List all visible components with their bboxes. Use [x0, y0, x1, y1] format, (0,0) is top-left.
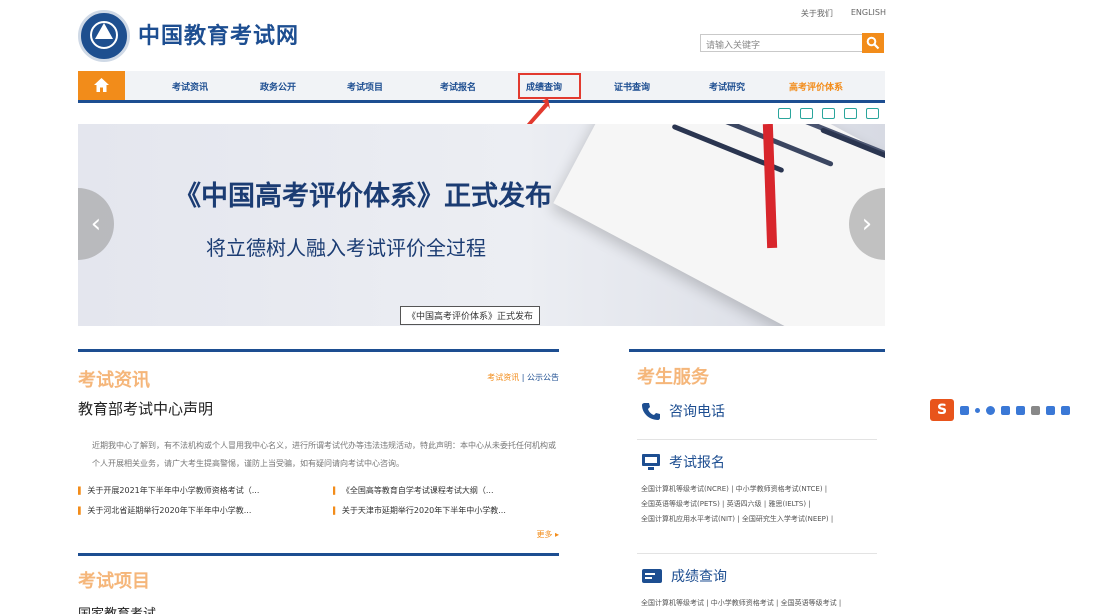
chevron-right-icon: ›: [861, 209, 873, 239]
tab-announcements[interactable]: 公示公告: [527, 373, 559, 382]
news-section: 考试资讯 考试资讯 | 公示公告 教育部考试中心声明 近期我中心了解到，有不法机…: [78, 349, 559, 614]
link-row[interactable]: 全国英语等级考试(PETS) | 英语四六级 | 雅思(IELTS) |: [641, 497, 833, 512]
keyboard-icon[interactable]: [1016, 405, 1025, 415]
search-icon: [866, 36, 880, 50]
tab-exam-news[interactable]: 考试资讯: [487, 373, 519, 382]
english-link[interactable]: ENGLISH: [851, 8, 886, 19]
section-divider: [629, 349, 885, 352]
skin-icon[interactable]: [1046, 405, 1055, 415]
site-name[interactable]: 中国教育考试网: [138, 18, 299, 50]
main-nav: 考试资讯 政务公开 考试项目 考试报名 成绩查询 证书查询 考试研究 高考评价体…: [78, 71, 885, 103]
chevron-left-icon: ‹: [90, 209, 102, 239]
banner-subtitle: 将立德树人融入考试评价全过程: [206, 236, 486, 260]
microphone-icon[interactable]: [1001, 405, 1010, 415]
service-phone[interactable]: 咨询电话: [641, 401, 725, 421]
home-button[interactable]: [78, 71, 125, 100]
projects-first-item[interactable]: 国家教育考试: [78, 603, 156, 614]
phone-icon: [642, 403, 660, 420]
nav-item-exam-research[interactable]: 考试研究: [709, 80, 745, 93]
nav-item-exam-projects[interactable]: 考试项目: [347, 80, 383, 93]
news-section-title: 考试资讯: [78, 370, 150, 391]
divider: [637, 553, 877, 554]
user-icon[interactable]: [1031, 405, 1040, 415]
link-row[interactable]: 全国计算机等级考试 | 中小学教师资格考试 | 全国英语等级考试 |: [641, 596, 841, 611]
punctuation-icon[interactable]: [975, 407, 980, 413]
search-input[interactable]: 请输入关键字: [700, 34, 863, 52]
nav-item-certificate-query[interactable]: 证书查询: [614, 80, 650, 93]
projects-section-title: 考试项目: [78, 571, 150, 592]
site-logo[interactable]: [78, 10, 130, 62]
more-link[interactable]: 更多 ▸: [536, 529, 559, 540]
mobile-icon[interactable]: [778, 108, 791, 119]
service-section-title: 考生服务: [637, 367, 709, 388]
link-row[interactable]: 全国计算机等级考试(NCRE) | 中小学教师资格考试(NTCE) |: [641, 482, 833, 497]
share-icon[interactable]: [800, 108, 813, 119]
carousel-prev-button[interactable]: ‹: [78, 188, 114, 260]
list-item[interactable]: 关于河北省延期举行2020年下半年中小学教...: [78, 505, 305, 516]
score-links: 全国计算机等级考试 | 中小学教师资格考试 | 全国英语等级考试 |: [641, 596, 841, 611]
list-item[interactable]: 关于天津市延期举行2020年下半年中小学教...: [333, 505, 560, 516]
service-score-query[interactable]: 成绩查询: [641, 566, 727, 586]
card-icon: [642, 569, 662, 583]
sogou-ime-icon[interactable]: S: [930, 399, 954, 421]
news-paragraph: 近期我中心了解到，有不法机构或个人冒用我中心名义，进行所谓考试代办等违法违规活动…: [92, 441, 556, 468]
nav-item-registration[interactable]: 考试报名: [440, 80, 476, 93]
print-icon[interactable]: [822, 108, 835, 119]
nav-item-exam-news[interactable]: 考试资讯: [172, 80, 208, 93]
chinese-mode-icon[interactable]: [960, 405, 969, 415]
service-section: 考生服务 咨询电话 考试报名 全国计算机等级考试(NCRE) | 中小学教师资格…: [629, 349, 885, 614]
section-divider: [78, 553, 559, 556]
list-item[interactable]: 《全国高等教育自学考试课程考试大纲（...: [333, 485, 560, 496]
banner-caption[interactable]: 《中国高考评价体系》正式发布: [400, 306, 541, 325]
news-header: 考试资讯 考试资讯 | 公示公告: [78, 352, 559, 392]
banner-title: 《中国高考评价体系》正式发布: [174, 181, 552, 212]
toolbox-icon[interactable]: [1061, 405, 1070, 415]
bookmark-icon[interactable]: [844, 108, 857, 119]
settings-icon[interactable]: [866, 108, 879, 119]
service-phone-label: 咨询电话: [669, 404, 725, 420]
service-registration-label: 考试报名: [669, 455, 725, 471]
list-item[interactable]: 关于开展2021年下半年中小学教师资格考试（...: [78, 485, 305, 496]
news-headline[interactable]: 教育部考试中心声明: [78, 398, 559, 419]
book-illustration: [553, 124, 885, 326]
registration-links: 全国计算机等级考试(NCRE) | 中小学教师资格考试(NTCE) | 全国英语…: [641, 482, 833, 527]
ime-toolbar: S: [930, 398, 1108, 422]
nav-item-public-affairs[interactable]: 政务公开: [260, 80, 296, 93]
monitor-icon: [642, 454, 660, 470]
nav-item-gaokao-eval[interactable]: 高考评价体系: [789, 80, 843, 93]
logo-triangle-icon: [95, 23, 113, 39]
top-links: 关于我们 ENGLISH: [801, 8, 886, 19]
divider: [637, 439, 877, 440]
link-row[interactable]: 全国计算机应用水平考试(NIT) | 全国研究生入学考试(NEEP) |: [641, 512, 833, 527]
service-registration[interactable]: 考试报名: [641, 452, 725, 472]
search-button[interactable]: [862, 33, 884, 53]
emoji-icon[interactable]: [986, 405, 995, 415]
page-tools: [778, 108, 879, 119]
hero-banner[interactable]: 《中国高考评价体系》正式发布 将立德树人融入考试评价全过程 《中国高考评价体系》…: [78, 124, 885, 326]
service-score-label: 成绩查询: [671, 569, 727, 585]
news-tabs: 考试资讯 | 公示公告: [487, 372, 559, 383]
news-list: 关于开展2021年下半年中小学教师资格考试（... 《全国高等教育自学考试课程考…: [78, 485, 559, 516]
about-link[interactable]: 关于我们: [801, 8, 833, 19]
home-icon: [94, 78, 109, 92]
